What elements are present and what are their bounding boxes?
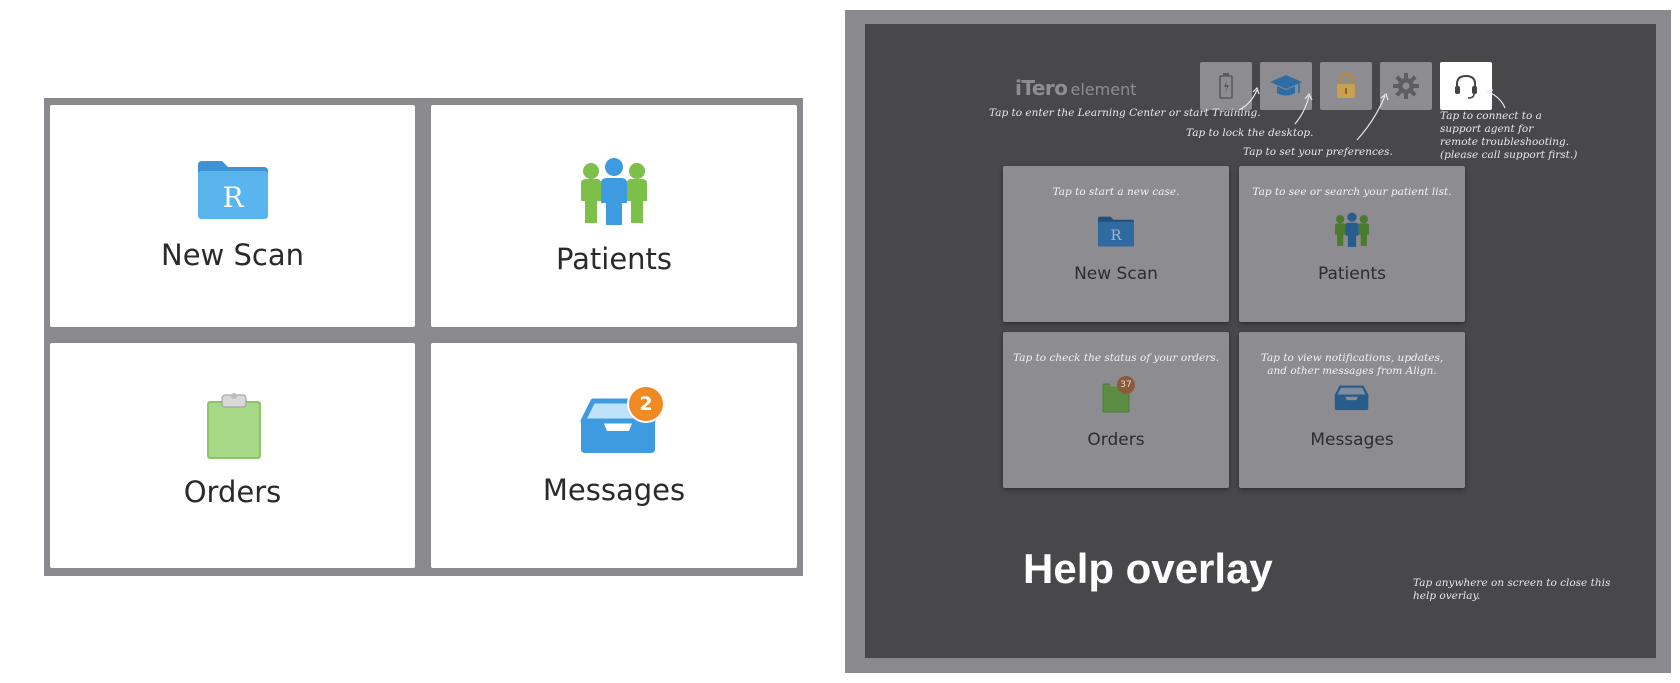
svg-text:R: R bbox=[1111, 228, 1123, 244]
messages-badge-count: 2 bbox=[639, 393, 653, 415]
help-overlay[interactable]: iTero element Tap to enter the Learning … bbox=[865, 24, 1656, 658]
messages-label: Messages bbox=[542, 473, 686, 507]
annotation-arrows bbox=[1238, 86, 1506, 141]
orders-badge: 37 bbox=[1117, 376, 1135, 394]
orders-label: Orders bbox=[183, 475, 282, 509]
messages-badge: 2 bbox=[627, 385, 665, 423]
patients-hint: Tap to see or search your patient list. bbox=[1252, 186, 1452, 198]
overlay-patients-tile[interactable]: Tap to see or search your patient list. … bbox=[1239, 166, 1465, 322]
patients-icon bbox=[1333, 212, 1371, 252]
rx-folder-icon: R bbox=[1097, 214, 1135, 252]
new-scan-tile[interactable]: R New Scan bbox=[50, 105, 415, 327]
patients-label: Patients bbox=[555, 242, 673, 276]
overlay-new-scan-tile[interactable]: Tap to start a new case. R New Scan bbox=[1003, 166, 1229, 322]
help-overlay-title: Help overlay bbox=[1023, 545, 1273, 592]
overlay-patients-label: Patients bbox=[1317, 264, 1387, 284]
overlay-orders-tile[interactable]: Tap to check the status of your orders. … bbox=[1003, 332, 1229, 488]
new-scan-hint: Tap to start a new case. bbox=[1052, 186, 1180, 198]
inbox-icon bbox=[1333, 380, 1371, 418]
orders-badge-count: 37 bbox=[1120, 380, 1132, 390]
rx-folder-icon: R bbox=[196, 157, 270, 225]
patients-icon bbox=[577, 157, 651, 231]
patients-tile[interactable]: Patients bbox=[431, 105, 797, 327]
overlay-messages-tile[interactable]: Tap to view notifications, updates, and … bbox=[1239, 332, 1465, 488]
help-overlay-panel: iTero element Tap to enter the Learning … bbox=[845, 10, 1671, 673]
orders-hint: Tap to check the status of your orders. bbox=[1013, 352, 1219, 364]
new-scan-label: New Scan bbox=[161, 238, 304, 272]
overlay-orders-label: Orders bbox=[1087, 430, 1145, 450]
messages-hint: Tap to view notifications, updates, and … bbox=[1260, 352, 1444, 377]
clipboard-icon bbox=[204, 391, 264, 465]
overlay-new-scan-label: New Scan bbox=[1074, 264, 1158, 284]
home-screen-panel: R New Scan Patients Orders 2 Messages bbox=[44, 98, 803, 576]
overlay-messages-label: Messages bbox=[1310, 430, 1394, 450]
close-overlay-note: Tap anywhere on screen to close this hel… bbox=[1413, 577, 1611, 602]
orders-tile[interactable]: Orders bbox=[50, 343, 415, 568]
messages-tile[interactable]: 2 Messages bbox=[431, 343, 797, 568]
svg-text:R: R bbox=[222, 181, 244, 214]
